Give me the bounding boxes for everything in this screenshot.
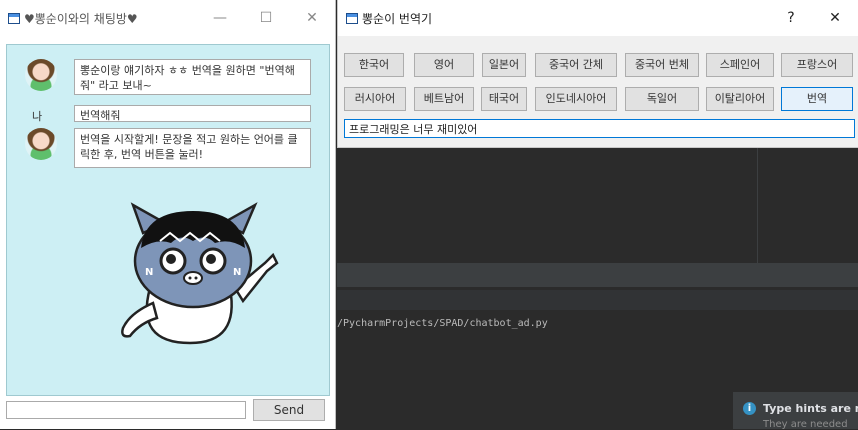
- bot-message: 뽕순이랑 얘기하자 ㅎㅎ 번역을 원하면 "번역해줘" 라고 보내~: [74, 59, 311, 95]
- info-icon: i: [743, 402, 756, 415]
- lang-button-german[interactable]: 독일어: [625, 87, 699, 111]
- editor-splitter[interactable]: [757, 148, 758, 263]
- translate-button[interactable]: 번역: [781, 87, 853, 111]
- send-button[interactable]: Send: [253, 399, 325, 421]
- kakao-sticker-image: N N: [121, 202, 279, 345]
- ide-toolbar: [337, 263, 858, 287]
- lang-button-vietnamese[interactable]: 베트남어: [414, 87, 474, 111]
- lang-button-thai[interactable]: 태국어: [481, 87, 527, 111]
- chat-history[interactable]: 뽕순이랑 얘기하자 ㅎㅎ 번역을 원하면 "번역해줘" 라고 보내~ 나 번역해…: [6, 44, 330, 396]
- translation-source-input[interactable]: 프로그래밍은 너무 재미있어: [344, 119, 855, 138]
- translator-window: 뽕순이 번역기 ? ✕ 한국어 영어 일본어 중국어 간체 중국어 번체 스페인…: [337, 0, 858, 148]
- chat-titlebar: ♥뽕순이와의 채팅방♥ — ☐ ✕: [0, 0, 335, 36]
- lang-button-english[interactable]: 영어: [414, 53, 474, 77]
- lang-button-korean[interactable]: 한국어: [344, 53, 404, 77]
- lang-button-spanish[interactable]: 스페인어: [706, 53, 774, 77]
- ide-run-bar: [337, 290, 858, 310]
- bot-avatar: [25, 128, 57, 160]
- maximize-button[interactable]: ☐: [243, 0, 289, 36]
- console-path: /PycharmProjects/SPAD/chatbot_ad.py: [337, 318, 548, 329]
- toast-title: Type hints are ne: [763, 402, 858, 415]
- lang-button-russian[interactable]: 러시아어: [344, 87, 406, 111]
- chat-message-input[interactable]: [6, 401, 246, 419]
- translator-window-title: 뽕순이 번역기: [362, 11, 433, 26]
- minimize-button[interactable]: —: [197, 0, 243, 36]
- bot-message: 번역을 시작할게! 문장을 적고 원하는 언어를 클릭한 후, 번역 버튼을 눌…: [74, 128, 311, 168]
- toast-subtitle: They are needed: [763, 419, 848, 430]
- user-message: 번역해줘: [74, 105, 311, 122]
- notification-toast[interactable]: i Type hints are ne They are needed: [733, 392, 858, 430]
- lang-button-chinese-simplified[interactable]: 중국어 간체: [535, 53, 617, 77]
- help-button[interactable]: ?: [768, 0, 814, 36]
- window-icon: [346, 12, 358, 24]
- user-label: 나: [32, 110, 43, 123]
- close-button[interactable]: ✕: [289, 0, 335, 36]
- chat-window: ♥뽕순이와의 채팅방♥ — ☐ ✕ 뽕순이랑 얘기하자 ㅎㅎ 번역을 원하면 "…: [0, 0, 336, 429]
- lang-button-chinese-traditional[interactable]: 중국어 번체: [625, 53, 699, 77]
- svg-text:N: N: [233, 267, 241, 278]
- lang-button-french[interactable]: 프랑스어: [781, 53, 853, 77]
- lang-button-indonesian[interactable]: 인도네시아어: [535, 87, 617, 111]
- lang-button-japanese[interactable]: 일본어: [482, 53, 526, 77]
- window-icon: [8, 12, 20, 24]
- chat-window-title: ♥뽕순이와의 채팅방♥: [24, 11, 138, 26]
- translator-titlebar: 뽕순이 번역기 ? ✕: [338, 0, 858, 36]
- bot-avatar: [25, 59, 57, 91]
- svg-text:N: N: [145, 267, 153, 278]
- lang-button-italian[interactable]: 이탈리아어: [706, 87, 774, 111]
- close-button[interactable]: ✕: [812, 0, 858, 36]
- editor-panel: [337, 148, 858, 263]
